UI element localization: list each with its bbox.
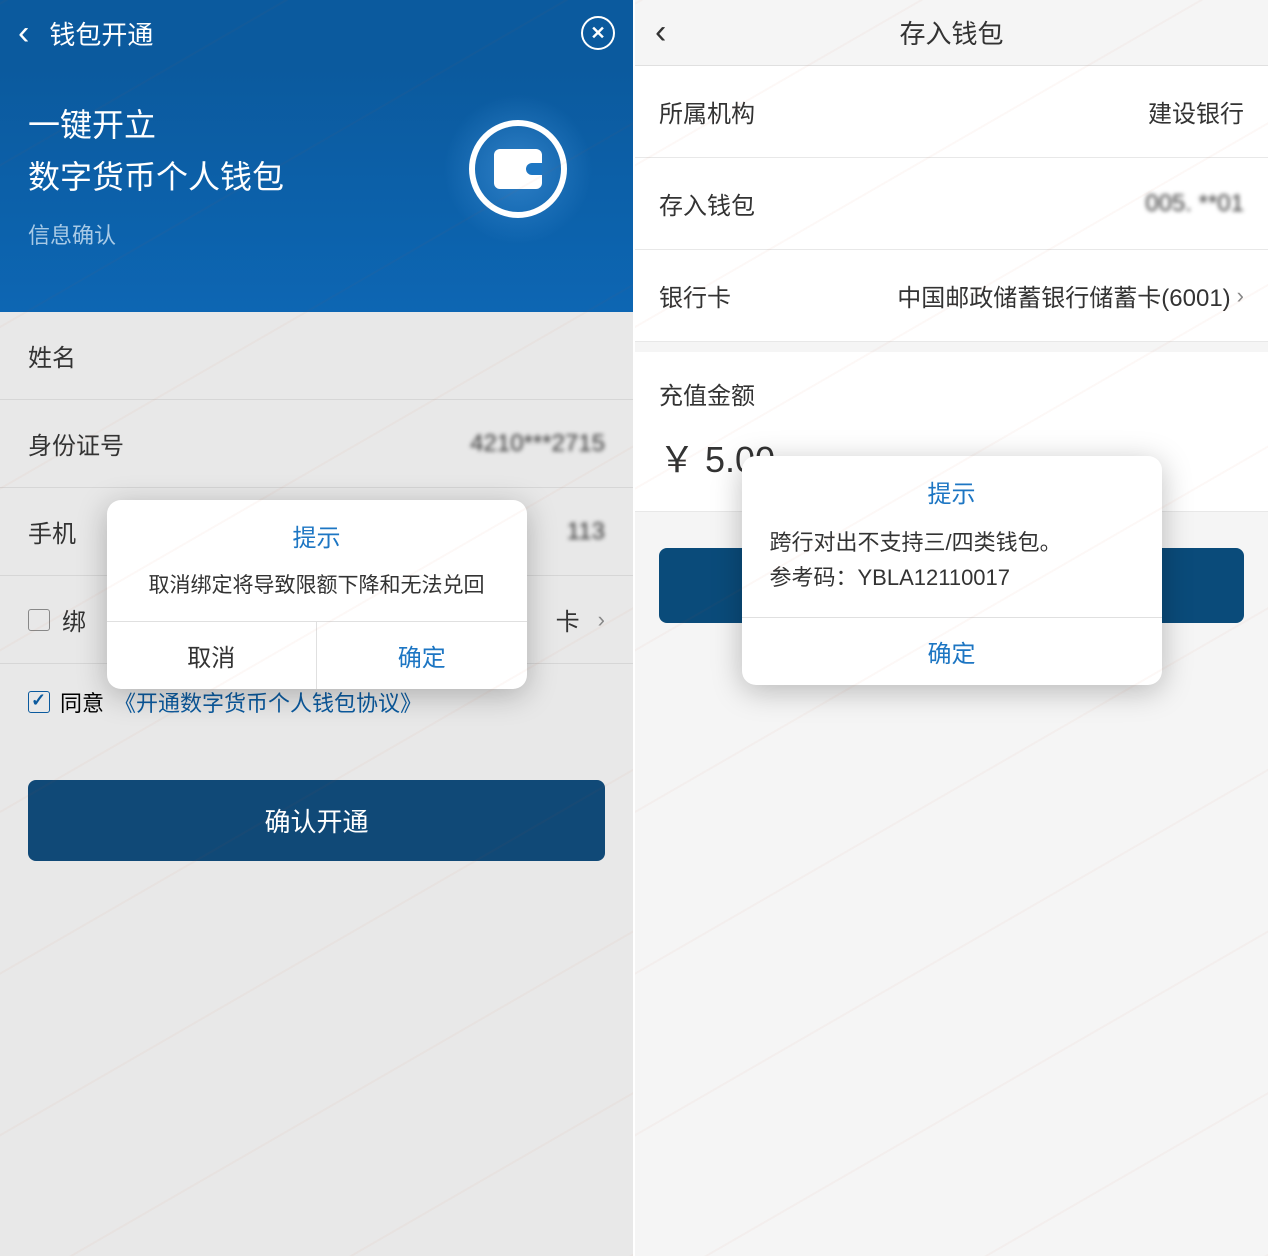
- dialog-body: 跨行对出不支持三/四类钱包。 参考码：YBLA12110017: [742, 515, 1162, 617]
- dialog-title: 提示: [107, 500, 527, 563]
- chevron-right-icon: ›: [1237, 283, 1244, 309]
- amount-label: 充值金额: [635, 342, 1268, 423]
- org-label: 所属机构: [659, 94, 755, 129]
- card-value: 中国邮政储蓄银行储蓄卡(6001) ›: [897, 278, 1244, 313]
- dialog-error: 提示 跨行对出不支持三/四类钱包。 参考码：YBLA12110017 确定: [742, 456, 1162, 685]
- card-label: 银行卡: [659, 278, 731, 313]
- wallet-icon: [469, 120, 567, 218]
- agree-checkbox[interactable]: [28, 691, 50, 713]
- screen-deposit: ‹ 存入钱包 所属机构 建设银行 存入钱包 005. **01 银行卡 中国邮政…: [635, 0, 1268, 1256]
- phone-label: 手机: [28, 514, 76, 549]
- back-icon[interactable]: ‹: [655, 13, 695, 52]
- hero-banner: 一键开立 数字货币个人钱包 信息确认: [0, 66, 633, 312]
- dialog-cancel-button[interactable]: 取消: [107, 622, 318, 689]
- row-name[interactable]: 姓名: [0, 312, 633, 400]
- chevron-right-icon: ›: [598, 607, 605, 633]
- back-icon[interactable]: ‹: [18, 16, 29, 50]
- row-org: 所属机构 建设银行: [635, 66, 1268, 158]
- bind-suffix: 卡: [556, 602, 580, 637]
- phone-value: 113: [567, 518, 605, 546]
- dialog-body-line-1: 跨行对出不支持三/四类钱包。: [770, 525, 1134, 560]
- wallet-badge: [443, 94, 593, 244]
- wallet-label: 存入钱包: [659, 186, 755, 221]
- dialog-unbind-warning: 提示 取消绑定将导致限额下降和无法兑回 取消 确定: [107, 500, 527, 689]
- dialog-ok-button[interactable]: 确定: [742, 617, 1162, 685]
- dialog-body: 取消绑定将导致限额下降和无法兑回: [107, 563, 527, 621]
- dialog-body-line-2: 参考码：YBLA12110017: [770, 560, 1134, 595]
- id-label: 身份证号: [28, 426, 124, 461]
- header-title: 钱包开通: [49, 15, 561, 52]
- name-label: 姓名: [28, 338, 76, 373]
- header-left: ‹ 钱包开通 ✕: [0, 0, 633, 66]
- screen-wallet-open: ‹ 钱包开通 ✕ 一键开立 数字货币个人钱包 信息确认 姓名 身份证号 4210…: [0, 0, 633, 1256]
- confirm-open-button[interactable]: 确认开通: [28, 780, 605, 861]
- wallet-value: 005. **01: [1145, 190, 1244, 218]
- row-wallet[interactable]: 存入钱包 005. **01: [635, 158, 1268, 250]
- org-value: 建设银行: [1148, 94, 1244, 129]
- close-icon[interactable]: ✕: [581, 16, 615, 50]
- agreement-link[interactable]: 《开通数字货币个人钱包协议》: [114, 686, 422, 718]
- dialog-title: 提示: [742, 456, 1162, 515]
- row-id[interactable]: 身份证号 4210***2715: [0, 400, 633, 488]
- header-title: 存入钱包: [695, 14, 1248, 51]
- row-bank-card[interactable]: 银行卡 中国邮政储蓄银行储蓄卡(6001) ›: [635, 250, 1268, 342]
- id-value: 4210***2715: [470, 430, 605, 458]
- header-right: ‹ 存入钱包: [635, 0, 1268, 66]
- agree-label: 同意: [60, 686, 104, 718]
- dialog-ok-button[interactable]: 确定: [317, 622, 527, 689]
- bind-checkbox[interactable]: [28, 609, 50, 631]
